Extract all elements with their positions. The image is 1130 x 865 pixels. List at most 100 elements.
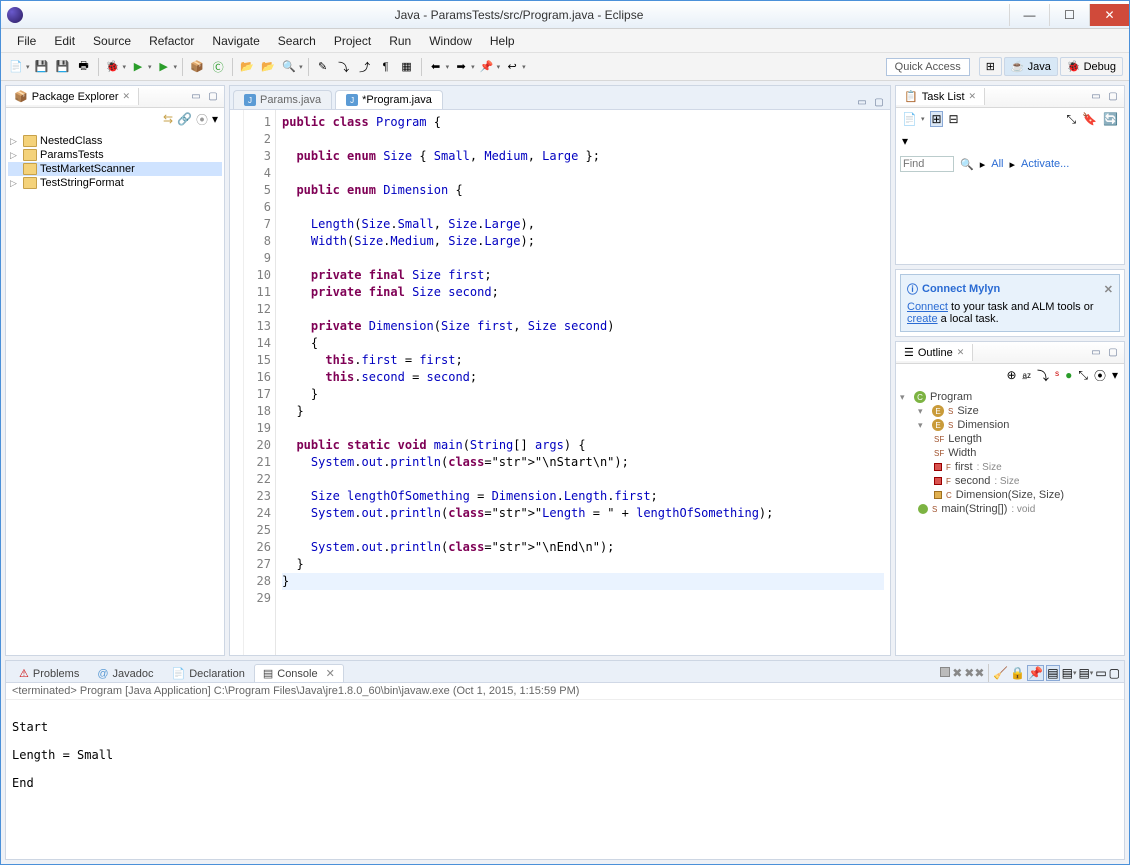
close-icon[interactable]: ✕	[123, 91, 131, 102]
open-perspective-button[interactable]: ⊞	[979, 57, 1002, 76]
maximize-editor-icon[interactable]: ▢	[872, 95, 886, 109]
maximize-view-icon[interactable]: ▢	[1106, 90, 1120, 104]
package-explorer-tab[interactable]: 📦 Package Explorer ✕	[6, 88, 139, 105]
menu-window[interactable]: Window	[421, 31, 480, 51]
marker-strip[interactable]	[230, 110, 244, 655]
remove-launch-icon[interactable]: ✖	[952, 666, 962, 680]
new-task-icon[interactable]: 📄	[902, 112, 917, 126]
maximize-view-icon[interactable]: ▢	[1109, 666, 1120, 680]
declaration-tab[interactable]: 📄Declaration	[163, 664, 254, 682]
back-icon[interactable]: ⬅	[427, 58, 445, 76]
save-all-icon[interactable]: 💾	[54, 58, 72, 76]
minimize-button[interactable]: —	[1009, 4, 1049, 26]
scheduled-icon[interactable]: ⊟	[949, 112, 959, 126]
clear-console-icon[interactable]: 🧹	[993, 666, 1008, 680]
scroll-lock-icon[interactable]: 🔒	[1010, 666, 1025, 680]
debug-perspective-button[interactable]: 🐞Debug	[1060, 57, 1123, 76]
toggle-mark-icon[interactable]: ✎	[314, 58, 332, 76]
new-package-icon[interactable]: 📦	[188, 58, 206, 76]
menu-search[interactable]: Search	[270, 31, 324, 51]
all-link[interactable]: All	[991, 158, 1003, 170]
problems-tab[interactable]: ⚠Problems	[10, 664, 88, 682]
categorized-icon[interactable]: ⊞	[930, 111, 942, 127]
java-perspective-button[interactable]: ☕Java	[1004, 57, 1058, 76]
hide-static-icon[interactable]: ˢ	[1055, 368, 1059, 382]
code-editor[interactable]: public class Program { public enum Size …	[276, 110, 890, 655]
menu-run[interactable]: Run	[381, 31, 419, 51]
search-icon[interactable]: 🔍	[280, 58, 298, 76]
focus-task-icon[interactable]: ⦿	[196, 111, 208, 128]
debug-icon[interactable]: 🐞	[104, 58, 122, 76]
view-menu-icon[interactable]: ▾	[1112, 368, 1118, 382]
minimize-view-icon[interactable]: ▭	[189, 90, 203, 104]
new-console-icon[interactable]: ▤	[1078, 666, 1089, 680]
view-menu-icon[interactable]: ▾	[902, 134, 908, 148]
focus-icon[interactable]: ⦿	[1094, 367, 1106, 384]
create-link[interactable]: create	[907, 313, 938, 325]
close-icon[interactable]: ✕	[1104, 283, 1113, 296]
editor-tab-params[interactable]: JParams.java	[233, 90, 332, 109]
menu-file[interactable]: File	[9, 31, 44, 51]
new-icon[interactable]: 📄	[7, 58, 25, 76]
save-icon[interactable]: 💾	[33, 58, 51, 76]
remove-all-icon[interactable]: ✖✖	[964, 666, 984, 680]
minimize-view-icon[interactable]: ▭	[1089, 346, 1103, 360]
search-icon[interactable]: 🔍	[960, 158, 974, 171]
show-whitespace-icon[interactable]: ¶	[377, 58, 395, 76]
view-menu-icon[interactable]: ▾	[212, 112, 218, 126]
editor-tab-program[interactable]: J*Program.java	[335, 90, 443, 109]
menu-help[interactable]: Help	[482, 31, 523, 51]
menu-project[interactable]: Project	[326, 31, 379, 51]
hide-local-icon[interactable]: ⤡	[1078, 368, 1088, 383]
close-icon[interactable]: ✕	[969, 91, 977, 102]
forward-icon[interactable]: ➡	[452, 58, 470, 76]
new-class-icon[interactable]: Ⓒ	[209, 58, 227, 76]
sync-icon[interactable]: 🔄	[1103, 112, 1118, 126]
project-row[interactable]: TestMarketScanner	[8, 162, 222, 176]
project-row[interactable]: ▷NestedClass	[8, 134, 222, 148]
sort-icon[interactable]: ⊕	[1006, 368, 1016, 382]
find-input[interactable]	[900, 156, 954, 172]
link-editor-icon[interactable]: 🔗	[177, 112, 192, 126]
maximize-view-icon[interactable]: ▢	[1106, 346, 1120, 360]
collapse-all-icon[interactable]: ⇆	[163, 112, 173, 126]
terminate-icon[interactable]	[940, 666, 950, 680]
console-output[interactable]: Start Length = Small End	[6, 700, 1124, 859]
collapse-icon[interactable]: ⤡	[1066, 112, 1076, 127]
prev-annotation-icon[interactable]: ⤴	[356, 58, 374, 76]
javadoc-tab[interactable]: @Javadoc	[88, 665, 162, 682]
console-tab[interactable]: ▤Console✕	[254, 664, 344, 682]
open-task-icon[interactable]: 📂	[259, 58, 277, 76]
nav-icon[interactable]: ↩	[503, 58, 521, 76]
pin-icon[interactable]: 📌	[478, 58, 496, 76]
az-icon[interactable]: a̲z	[1023, 371, 1031, 380]
menu-navigate[interactable]: Navigate	[204, 31, 267, 51]
print-icon[interactable]: 🖶	[75, 58, 93, 76]
close-button[interactable]: ✕	[1089, 4, 1129, 26]
activate-link[interactable]: Activate...	[1021, 158, 1069, 170]
minimize-view-icon[interactable]: ▭	[1089, 90, 1103, 104]
filter-icon[interactable]: 🔖	[1082, 112, 1097, 126]
minimize-view-icon[interactable]: ▭	[1095, 666, 1106, 680]
close-icon[interactable]: ✕	[326, 667, 335, 680]
menu-source[interactable]: Source	[85, 31, 139, 51]
menu-edit[interactable]: Edit	[46, 31, 83, 51]
display-selected-icon[interactable]: ▤	[1046, 665, 1059, 681]
outline-tab[interactable]: ☰ Outline ✕	[896, 344, 973, 361]
project-row[interactable]: ▷TestStringFormat	[8, 176, 222, 190]
minimize-editor-icon[interactable]: ▭	[855, 95, 869, 109]
run-last-icon[interactable]: ▶	[155, 58, 173, 76]
open-type-icon[interactable]: 📂	[238, 58, 256, 76]
outline-tree[interactable]: ▾CProgram▾ESSize▾ESDimensionSFLengthSFWi…	[896, 386, 1124, 655]
hide-fields-icon[interactable]: ⤵	[1037, 367, 1049, 384]
run-icon[interactable]: ▶	[129, 58, 147, 76]
quick-access-input[interactable]: Quick Access	[886, 58, 970, 76]
project-tree[interactable]: ▷NestedClass ▷ParamsTests TestMarketScan…	[6, 130, 224, 655]
maximize-button[interactable]: ☐	[1049, 4, 1089, 26]
project-row[interactable]: ▷ParamsTests	[8, 148, 222, 162]
open-console-icon[interactable]: ▤	[1062, 666, 1073, 680]
pin-console-icon[interactable]: 📌	[1027, 665, 1044, 681]
connect-link[interactable]: Connect	[907, 301, 948, 313]
menu-refactor[interactable]: Refactor	[141, 31, 202, 51]
maximize-view-icon[interactable]: ▢	[206, 90, 220, 104]
